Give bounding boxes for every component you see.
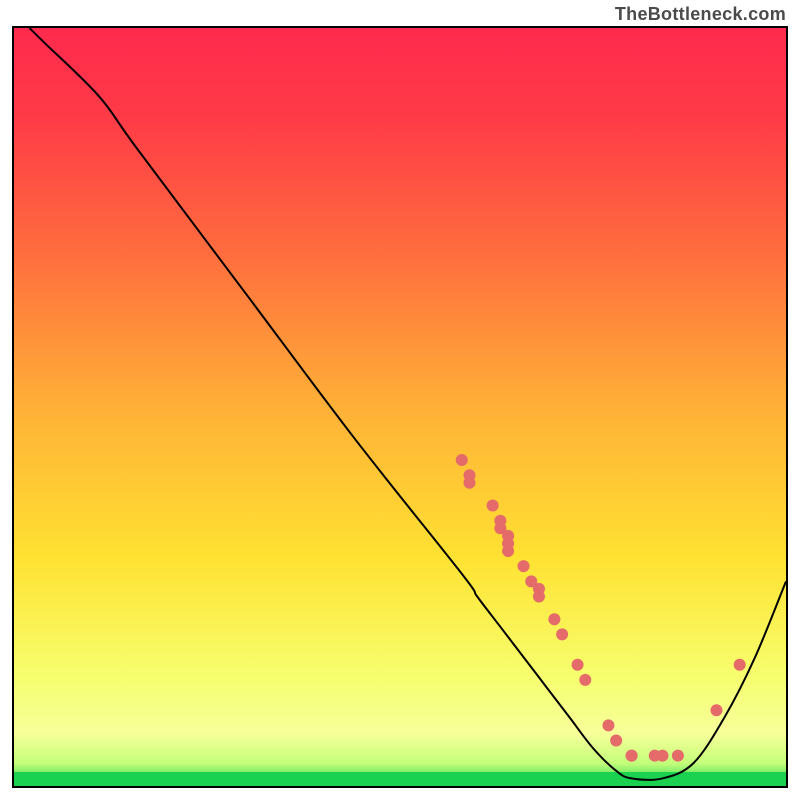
data-point: [456, 454, 468, 466]
data-point: [502, 545, 514, 557]
data-point: [518, 560, 530, 572]
bottleneck-chart: [14, 28, 786, 786]
attribution-watermark: TheBottleneck.com: [615, 4, 786, 25]
data-point: [672, 750, 684, 762]
data-point: [463, 469, 475, 481]
data-point: [711, 704, 723, 716]
gradient-background: [14, 28, 786, 786]
data-point: [487, 500, 499, 512]
data-point: [602, 719, 614, 731]
data-point: [548, 613, 560, 625]
data-point: [626, 750, 638, 762]
data-point: [533, 591, 545, 603]
data-point: [734, 659, 746, 671]
data-point: [556, 628, 568, 640]
data-point: [572, 659, 584, 671]
green-baseline-band: [14, 772, 786, 786]
data-point: [579, 674, 591, 686]
data-point: [610, 735, 622, 747]
chart-frame: [12, 26, 788, 788]
data-point: [656, 750, 668, 762]
